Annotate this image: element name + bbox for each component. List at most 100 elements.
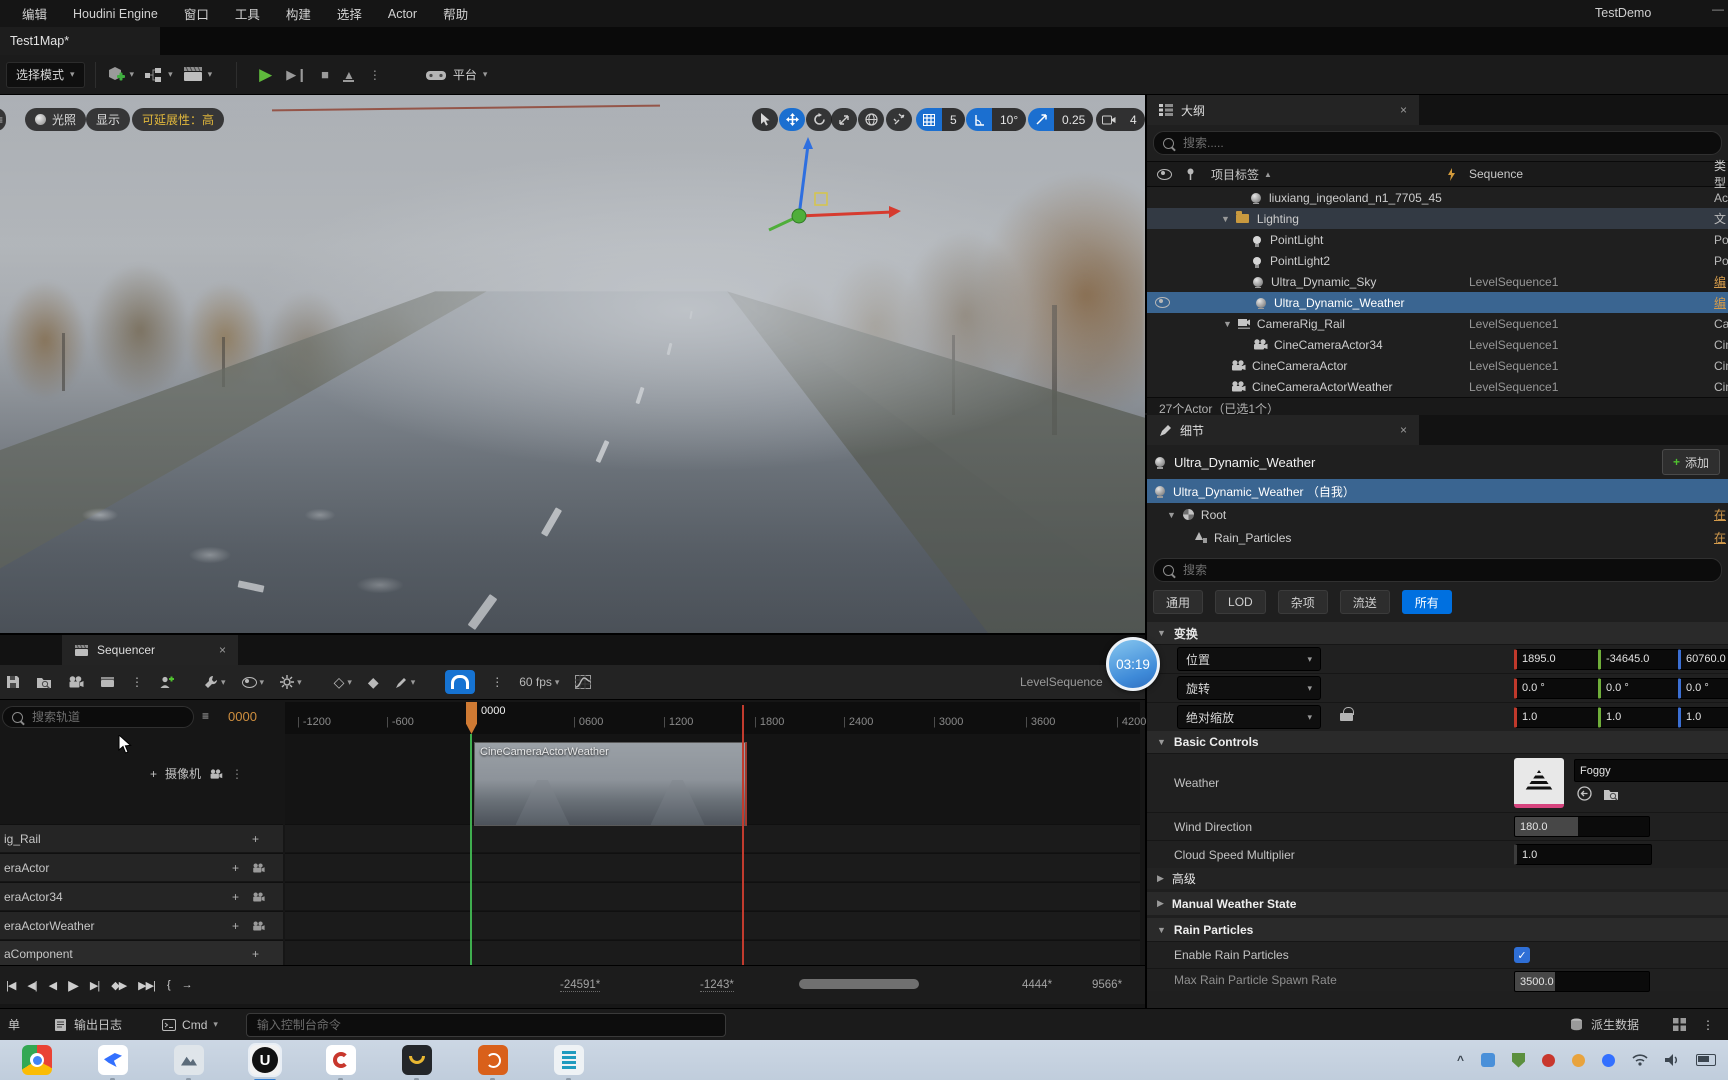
close-icon[interactable]: × xyxy=(1400,423,1407,437)
wrench-icon[interactable]: ▾ xyxy=(204,675,226,689)
camera-icon[interactable] xyxy=(68,676,84,688)
expander-icon[interactable]: ▼ xyxy=(1223,319,1232,329)
snap-options-kebab[interactable]: ⋮ xyxy=(491,675,503,689)
tab-general[interactable]: 通用 xyxy=(1153,590,1203,614)
track-row[interactable]: eraActor + xyxy=(0,853,283,881)
edit-in-blueprint-link[interactable]: 在 xyxy=(1714,506,1726,523)
dark-app-icon[interactable] xyxy=(402,1045,432,1075)
location-y-field[interactable]: -34645.0 xyxy=(1598,649,1682,670)
component-row-self[interactable]: Ultra_Dynamic_Weather （自我） xyxy=(1147,479,1728,503)
show-flags-button[interactable]: 显示 xyxy=(86,108,130,131)
visibility-column-icon[interactable] xyxy=(1157,169,1172,180)
viewport[interactable]: ≡ 光照 显示 可延展性：高 xyxy=(0,95,1145,633)
camera-toggle-icon[interactable] xyxy=(252,921,265,931)
tray-app-icon[interactable] xyxy=(1572,1054,1585,1067)
eject-button[interactable]: ▲ xyxy=(343,68,355,82)
row-type-edit-link[interactable]: 编 xyxy=(1714,294,1728,311)
tab-level-test1map[interactable]: Test1Map* xyxy=(0,27,160,55)
outliner-row[interactable]: ▼ Lighting 文 xyxy=(1147,208,1728,229)
anydesk-icon[interactable] xyxy=(326,1045,356,1075)
filter-icon[interactable]: ≡ xyxy=(202,709,209,723)
scale-y-field[interactable]: 1.0 xyxy=(1598,707,1682,728)
add-actor-button[interactable]: ▾ xyxy=(106,65,135,85)
kebab-icon[interactable]: ⋮ xyxy=(231,767,243,781)
minimize-button[interactable]: — xyxy=(1712,2,1724,16)
rotation-snap-control[interactable]: 10° xyxy=(966,108,1026,131)
photos-app-icon[interactable] xyxy=(174,1045,204,1075)
timeline-scrollbar[interactable] xyxy=(799,979,919,989)
track-lane[interactable] xyxy=(285,882,1140,910)
camera-toggle-icon[interactable] xyxy=(252,892,265,902)
rain-spawn-field[interactable]: 3500.0 xyxy=(1514,971,1650,992)
track-lane[interactable] xyxy=(285,824,1140,852)
location-dropdown[interactable]: 位置▾ xyxy=(1177,647,1321,671)
track-search-input[interactable] xyxy=(30,709,184,725)
weather-value-field[interactable]: Foggy xyxy=(1574,759,1728,782)
auto-key-icon[interactable]: ◆ xyxy=(368,674,379,691)
advanced-section-header[interactable]: ▶ 高级 xyxy=(1147,868,1728,889)
tab-all[interactable]: 所有 xyxy=(1402,590,1452,614)
tab-sequencer[interactable]: Sequencer × xyxy=(62,635,238,665)
add-section-button[interactable]: + xyxy=(232,890,239,904)
cmd-dropdown[interactable]: Cmd ▾ xyxy=(162,1018,218,1032)
track-row[interactable]: ig_Rail + xyxy=(0,824,283,852)
tab-streaming[interactable]: 流送 xyxy=(1340,590,1390,614)
rotation-z-field[interactable]: 0.0 ° xyxy=(1678,678,1728,699)
track-lane[interactable] xyxy=(285,940,1140,966)
row-sequence[interactable]: LevelSequence1 xyxy=(1469,359,1558,373)
track-row[interactable]: eraActorWeather + xyxy=(0,911,283,939)
row-sequence[interactable]: LevelSequence1 xyxy=(1469,380,1558,394)
render-movie-icon[interactable] xyxy=(100,676,115,688)
save-icon[interactable] xyxy=(6,675,20,689)
component-row-root[interactable]: ▼ Root 在 xyxy=(1147,503,1728,526)
curve-editor-icon[interactable] xyxy=(575,675,591,689)
transform-section-header[interactable]: ▼ 变换 xyxy=(1147,622,1728,644)
cinematics-dropdown[interactable]: ▾ xyxy=(183,66,213,83)
close-icon[interactable]: × xyxy=(219,643,226,657)
details-search-input[interactable] xyxy=(1181,562,1712,578)
next-key-button[interactable]: ◆▶ xyxy=(111,979,126,992)
outliner-search-input[interactable] xyxy=(1181,135,1712,151)
kebab-icon[interactable]: ⋮ xyxy=(131,675,143,689)
manual-weather-header[interactable]: ▶ Manual Weather State xyxy=(1147,892,1728,915)
timeline-ruler[interactable]: -1200 -600 0600 1200 1800 2400 3000 3600… xyxy=(285,702,1140,735)
scale-tool-button[interactable] xyxy=(831,108,857,131)
scale-snap-control[interactable]: 0.25 xyxy=(1028,108,1093,131)
menu-window[interactable]: 窗口 xyxy=(184,4,209,23)
wind-direction-field[interactable]: 180.0 xyxy=(1514,816,1650,837)
location-x-field[interactable]: 1895.0 xyxy=(1514,649,1608,670)
select-mode-dropdown[interactable]: 选择模式 ▾ xyxy=(6,62,85,88)
pin-column-icon[interactable] xyxy=(1186,168,1195,181)
tab-outliner[interactable]: 大纲 × xyxy=(1147,95,1419,125)
spiral-app-icon[interactable] xyxy=(478,1045,508,1075)
outliner-row[interactable]: Ultra_Dynamic_Sky LevelSequence1 编 xyxy=(1147,271,1728,292)
lark-icon[interactable] xyxy=(98,1045,128,1075)
row-sequence[interactable]: LevelSequence1 xyxy=(1469,275,1558,289)
browse-asset-icon[interactable] xyxy=(1603,787,1619,801)
menu-houdini-engine[interactable]: Houdini Engine xyxy=(73,7,158,21)
scale-snap-value[interactable]: 0.25 xyxy=(1054,108,1093,131)
row-sequence[interactable]: LevelSequence1 xyxy=(1469,317,1558,331)
outliner-row[interactable]: CineCameraActor LevelSequence1 Cin xyxy=(1147,355,1728,376)
add-section-button[interactable]: + xyxy=(252,832,259,846)
expander-icon[interactable]: ▼ xyxy=(1167,510,1176,520)
world-coordinate-button[interactable] xyxy=(858,108,884,131)
unreal-engine-icon[interactable]: U xyxy=(250,1045,280,1075)
scale-x-field[interactable]: 1.0 xyxy=(1514,707,1608,728)
platform-dropdown[interactable]: 平台 ▾ xyxy=(425,66,488,83)
outliner-row[interactable]: PointLight2 Po xyxy=(1147,250,1728,271)
output-log-button[interactable]: 输出日志 xyxy=(54,1016,122,1033)
view-options-eye-icon[interactable]: ▾ xyxy=(242,677,265,688)
console-input-wrap[interactable] xyxy=(246,1013,726,1037)
view-end-field[interactable]: 9566* xyxy=(1092,979,1122,991)
prev-key-button[interactable]: ◀| xyxy=(27,979,36,992)
add-section-button[interactable]: + xyxy=(232,919,239,933)
cloud-speed-field[interactable]: 1.0 xyxy=(1514,844,1652,865)
snapping-magnet-button[interactable] xyxy=(445,670,475,694)
derived-data-label[interactable]: 派生数据 xyxy=(1591,1016,1639,1033)
rotate-tool-button[interactable] xyxy=(806,108,832,131)
lighting-mode-button[interactable]: 光照 xyxy=(25,108,86,131)
tab-lod[interactable]: LOD xyxy=(1215,590,1266,614)
sequence-column-header[interactable]: Sequence xyxy=(1469,167,1523,181)
row-type-edit-link[interactable]: 编 xyxy=(1714,273,1728,290)
